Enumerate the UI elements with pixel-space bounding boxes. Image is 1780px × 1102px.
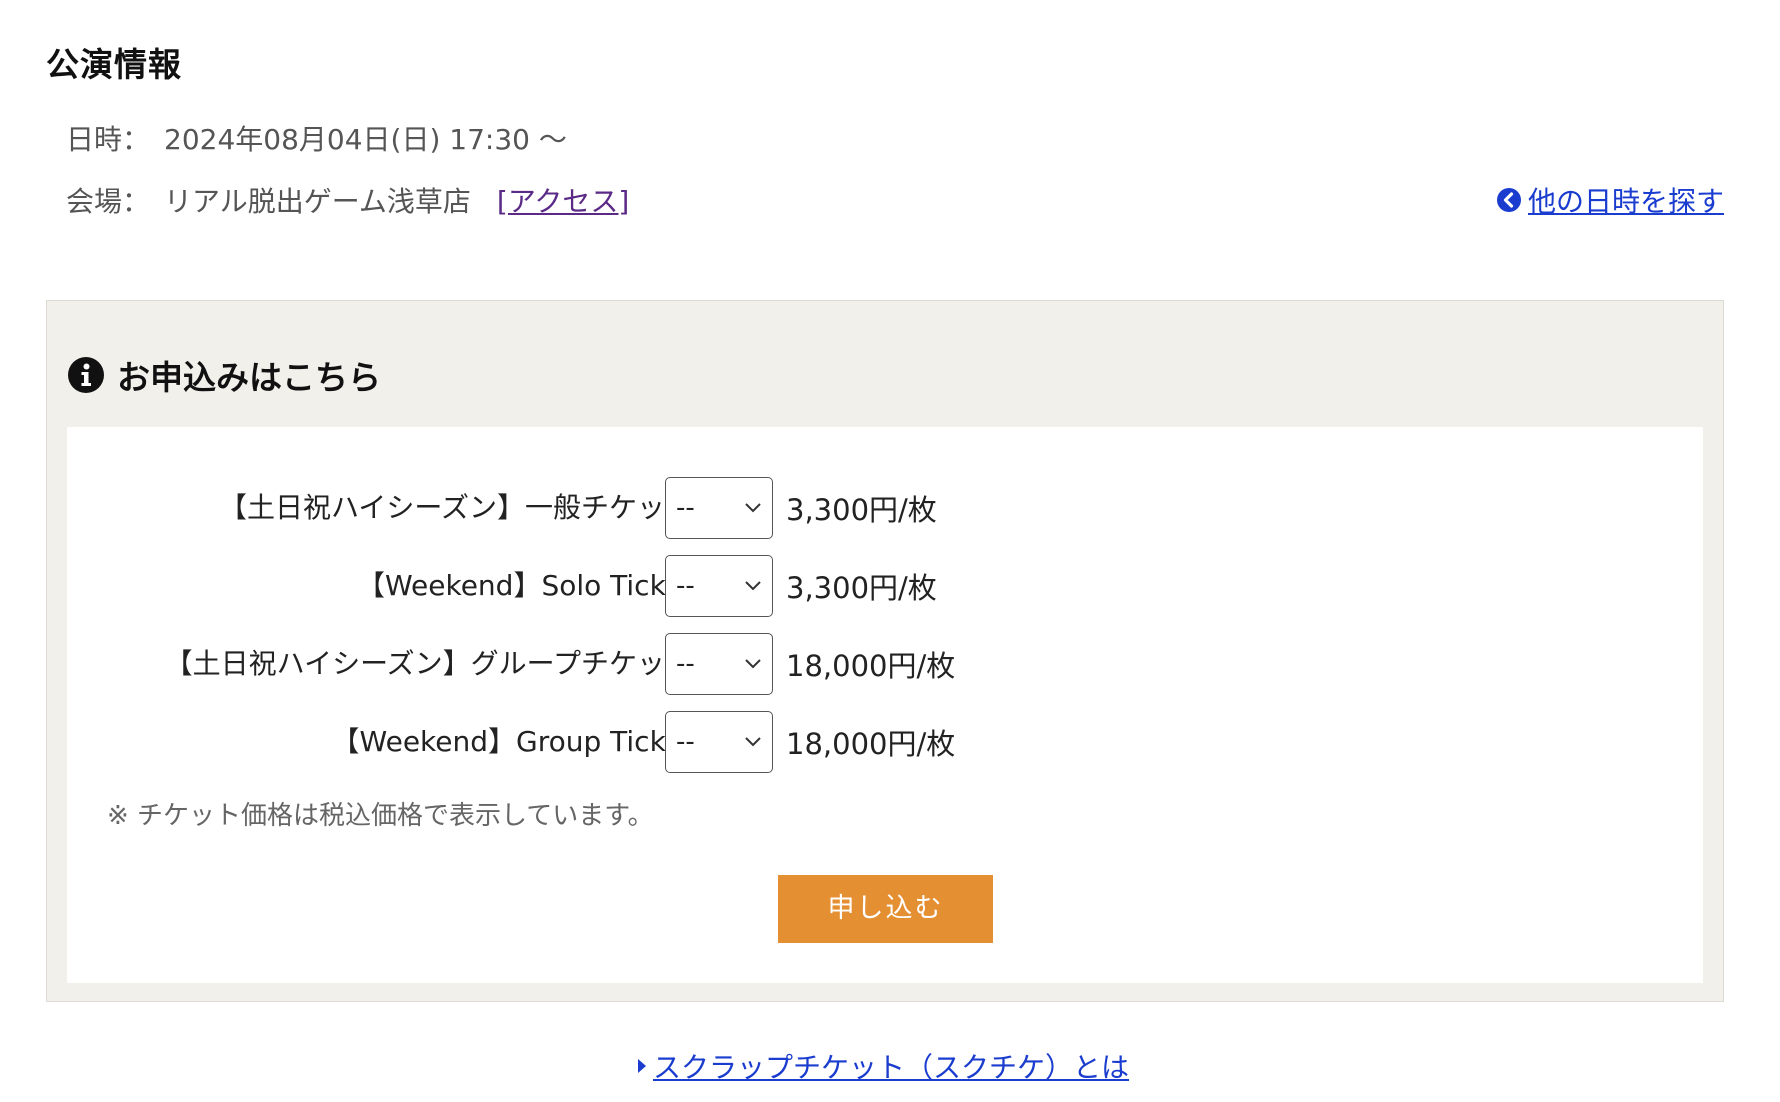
date-row: 日時： 2024年08月04日(日) 17:30 〜 (66, 118, 567, 158)
quantity-select[interactable]: -- (665, 555, 773, 617)
ticket-row: 【Weekend】Group Ticket： -- 18,000円/枚 (67, 711, 1067, 773)
page: 公演情報 日時： 2024年08月04日(日) 17:30 〜 会場： リアル脱出ゲ… (0, 0, 1780, 1102)
quantity-select[interactable]: -- (665, 633, 773, 695)
ticket-row: 【土日祝ハイシーズン】一般チケット： -- 3,300円/枚 (67, 477, 1067, 539)
scrap-ticket-link[interactable]: スクラップチケット（スクチケ）とは (637, 1046, 1129, 1086)
venue-label: 会場： (66, 185, 151, 218)
ticket-name: 【土日祝ハイシーズン】一般チケット： (218, 491, 721, 524)
ticket-name: 【土日祝ハイシーズン】グループチケット： (164, 647, 721, 680)
chevron-down-icon (745, 737, 761, 747)
ticket-row: 【土日祝ハイシーズン】グループチケット： -- 18,000円/枚 (67, 633, 1067, 695)
tax-note: ※ チケット価格は税込価格で表示しています。 (107, 801, 654, 831)
other-dates-link[interactable]: 他の日時を探す (1496, 180, 1724, 220)
caret-right-icon (638, 1059, 646, 1073)
chevron-down-icon (745, 581, 761, 591)
submit-button[interactable]: 申し込む (778, 875, 993, 943)
ticket-row: 【Weekend】Solo Ticket： -- 3,300円/枚 (67, 555, 1067, 617)
ticket-name: 【Weekend】Group Ticket： (331, 725, 721, 758)
quantity-select-value: -- (676, 571, 695, 601)
chevron-down-icon (745, 503, 761, 513)
other-dates-label: 他の日時を探す (1527, 185, 1724, 218)
quantity-select-value: -- (676, 493, 695, 523)
application-heading: お申込みはこちら (67, 351, 381, 399)
quantity-select-value: -- (676, 727, 695, 757)
date-value: 2024年08月04日(日) 17:30 〜 (164, 123, 567, 156)
venue-value: リアル脱出ゲーム浅草店 (164, 185, 471, 218)
ticket-price: 3,300円/枚 (786, 571, 937, 605)
quantity-select[interactable]: -- (665, 477, 773, 539)
venue-row: 会場： リアル脱出ゲーム浅草店 [アクセス] (66, 180, 629, 220)
application-heading-text: お申込みはこちら (117, 358, 381, 397)
scrap-ticket-label: スクラップチケット（スクチケ）とは (653, 1051, 1130, 1084)
ticket-price: 18,000円/枚 (786, 727, 956, 761)
quantity-select[interactable]: -- (665, 711, 773, 773)
info-icon (68, 357, 104, 393)
ticket-form: 【土日祝ハイシーズン】一般チケット： -- 3,300円/枚 【Weekend】… (67, 427, 1703, 983)
ticket-price: 18,000円/枚 (786, 649, 956, 683)
quantity-select-value: -- (676, 649, 695, 679)
access-link[interactable]: [アクセス] (497, 185, 629, 218)
chevron-down-icon (745, 659, 761, 669)
page-title: 公演情報 (46, 45, 182, 84)
date-label: 日時： (66, 123, 151, 156)
circle-arrow-left-icon (1496, 188, 1521, 212)
ticket-price: 3,300円/枚 (786, 493, 937, 527)
application-panel: お申込みはこちら 【土日祝ハイシーズン】一般チケット： -- 3,300円/枚 … (46, 300, 1724, 1002)
